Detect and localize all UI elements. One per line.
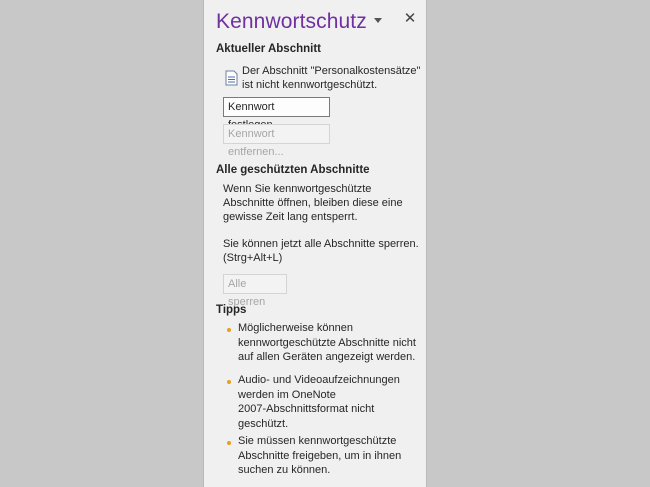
tip-line: auf allen Geräten angezeigt werden. — [238, 351, 416, 363]
tip-line: suchen zu können. — [238, 464, 331, 476]
tip-item: Sie müssen kennwortgeschützte Abschnitte… — [238, 434, 418, 478]
chevron-down-icon[interactable] — [372, 16, 384, 26]
info-line-3: gewisse Zeit lang entsperrt. — [223, 211, 358, 223]
lock-line-2: (Strg+Alt+L) — [223, 252, 283, 264]
tips-heading: Tipps — [216, 304, 247, 316]
tip-line: Sie müssen kennwortgeschützte — [238, 435, 397, 447]
tip-line: Möglicherweise können — [238, 322, 353, 334]
all-sections-heading: Alle geschützten Abschnitte — [216, 164, 370, 176]
tip-item: Audio- und Videoaufzeichnungen werden im… — [238, 373, 418, 431]
tip-line: Abschnitte freigeben, um in ihnen — [238, 449, 402, 462]
section-status-line2: ist nicht kennwortgeschützt. — [242, 79, 378, 91]
info-line-1: Wenn Sie kennwortgeschützte — [223, 183, 372, 195]
password-protection-pane: Kennwortschutz ✕ Aktueller Abschnitt Der… — [203, 0, 427, 487]
set-password-button[interactable]: Kennwort festlegen... — [223, 97, 330, 131]
tip-bullet — [227, 328, 231, 332]
tip-line: 2007-Abschnittsformat nicht — [238, 403, 375, 415]
pane-title: Kennwortschutz — [216, 10, 367, 33]
tip-line: werden im OneNote — [238, 388, 336, 401]
section-status-line1: Der Abschnitt "Personalkostensätze" — [242, 65, 421, 77]
info-line-2: Abschnitte öffnen, bleiben diese eine — [223, 197, 403, 209]
document-icon — [225, 70, 238, 86]
remove-password-button[interactable]: Kennwort entfernen... — [223, 124, 330, 158]
tip-line: kennwortgeschützte Abschnitte nicht — [238, 336, 416, 349]
tip-bullet — [227, 380, 231, 384]
current-section-heading: Aktueller Abschnitt — [216, 43, 322, 55]
lock-line-1: Sie können jetzt alle Abschnitte sperren… — [223, 238, 419, 250]
tip-line: geschützt. — [238, 417, 289, 430]
lock-all-button[interactable]: Alle sperren — [223, 274, 287, 308]
tip-item: Möglicherweise können kennwortgeschützte… — [238, 321, 418, 365]
tip-line: Audio- und Videoaufzeichnungen — [238, 374, 400, 386]
close-icon[interactable]: ✕ — [403, 11, 417, 26]
tip-bullet — [227, 441, 231, 445]
